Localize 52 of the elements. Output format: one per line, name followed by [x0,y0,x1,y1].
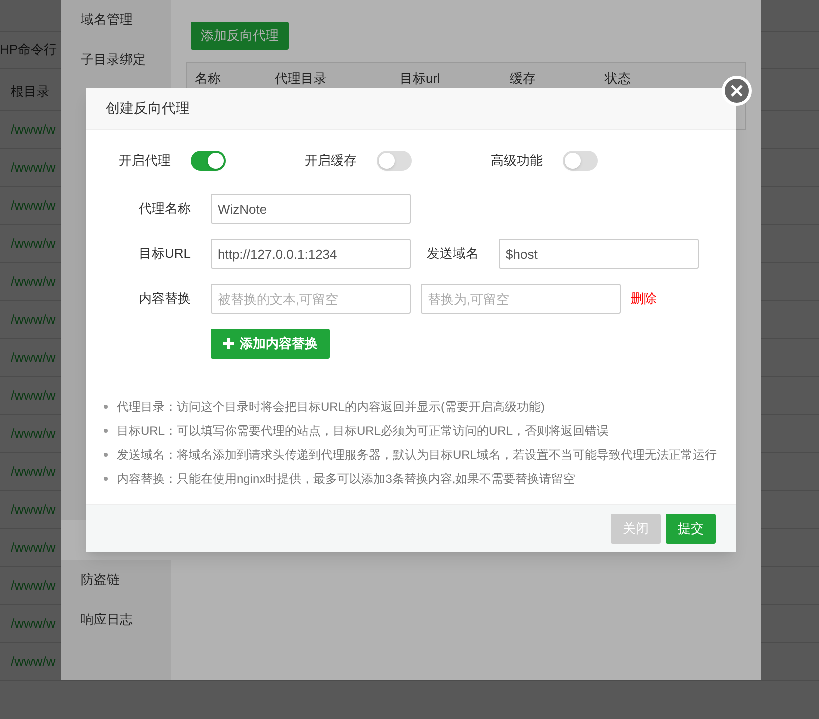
note-text: 内容替换：只能在使用nginx时提供，最多可以添加3条替换内容,如果不需要替换请留空 [117,471,576,488]
toggle-switch[interactable] [563,151,598,171]
field-label: 发送域名 [427,246,479,262]
table-cell-text: /www/w [11,348,56,367]
column-header: 状态 [605,70,631,86]
input-field[interactable]: WizNote [211,194,411,224]
column-header: 根目录 [11,82,50,101]
table-cell-text: /www/w [11,158,56,177]
column-header: 代理目录 [275,70,327,86]
table-cell-text: /www/w [11,424,56,443]
input-field[interactable]: http://127.0.0.1:1234 [211,239,411,269]
note-text: 目标URL：可以填写你需要代理的站点，目标URL必须为可正常访问的URL，否则将返回错误 [117,423,610,440]
bullet-icon [104,477,108,481]
column-header: 目标url [400,70,440,86]
table-cell-text: /www/w [11,272,56,291]
plus-icon: ✚ [223,334,235,354]
table-cell-text: /www/w [11,234,56,253]
bullet-icon [104,453,108,457]
table-cell-text: /www/w [11,386,56,405]
table-cell-text: /www/w [11,196,56,215]
toggle-switch[interactable] [377,151,412,171]
note-text: 代理目录：访问这个目录时将会把目标URL的内容返回并显示(需要开启高级功能) [117,399,545,416]
note-text: 发送域名：将域名添加到请求头传递到代理服务器，默认为目标URL域名，若设置不当可能导致代理无法正常运行 [117,447,718,464]
sidebar-item[interactable]: 域名管理 [81,10,133,30]
dialog-title: 创建反向代理 [106,99,190,118]
sidebar-item[interactable]: 子目录绑定 [81,50,146,70]
table-cell-text: /www/w [11,652,56,671]
bullet-icon [104,429,108,433]
input-field[interactable]: $host [499,239,699,269]
column-header: 名称 [195,70,221,86]
toggle-label: 开启代理 [119,153,171,168]
table-cell-text: /www/w [11,576,56,595]
column-header: 缓存 [510,70,536,86]
delete-link[interactable]: 删除 [631,289,657,309]
sidebar-item[interactable]: 防盗链 [81,570,120,590]
table-cell-text: /www/w [11,614,56,633]
field-label: 代理名称 [139,201,191,216]
table-cell-text: HP命令行 [0,41,58,60]
table-cell-text: /www/w [11,120,56,139]
toggle-label: 开启缓存 [305,153,357,168]
table-cell-text: /www/w [11,500,56,519]
field-label: 内容替换 [139,291,191,306]
bullet-icon [104,405,108,409]
field-label: 目标URL [138,246,191,262]
table-cell-text: /www/w [11,538,56,557]
table-cell-text: /www/w [11,462,56,481]
toggle-label: 高级功能 [491,153,543,168]
toggle-switch[interactable] [191,151,226,171]
input-field[interactable]: 替换为,可留空 [421,284,621,314]
table-cell-text: /www/w [11,310,56,329]
input-field[interactable]: 被替换的文本,可留空 [211,284,411,314]
sidebar-item[interactable]: 响应日志 [81,610,133,630]
